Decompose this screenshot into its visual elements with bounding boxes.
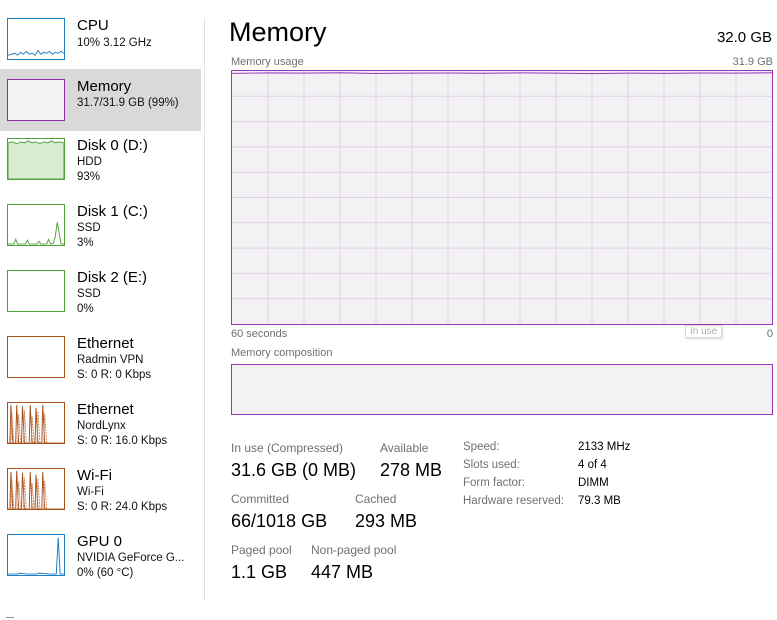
non-paged-pool-value: 447 MB bbox=[311, 562, 374, 582]
hardware-reserved-value: 79.3 MB bbox=[578, 495, 621, 507]
memory-usage-svg bbox=[232, 71, 772, 324]
sidebar-item-value: S: 0 R: 16.0 Kbps bbox=[77, 435, 168, 447]
sidebar-item-wifi[interactable]: Wi-Fi Wi-Fi S: 0 R: 24.0 Kbps bbox=[0, 460, 201, 522]
available-label: Available bbox=[380, 441, 429, 455]
sidebar-item-value: S: 0 R: 0 Kbps bbox=[77, 369, 152, 381]
gpu-thumbnail-graph bbox=[7, 534, 65, 576]
memory-composition-bar bbox=[231, 364, 773, 415]
slots-used-value: 4 of 4 bbox=[578, 459, 607, 471]
sidebar-item-memory[interactable]: Memory 31.7/31.9 GB (99%) bbox=[0, 69, 201, 131]
in-use-value: 31.6 GB (0 MB) bbox=[231, 460, 357, 480]
sidebar-item-gpu-0[interactable]: GPU 0 NVIDIA GeForce G... 0% (60 °C) bbox=[0, 526, 201, 588]
scroll-indicator bbox=[6, 617, 14, 618]
graph-max-label: 31.9 GB bbox=[732, 56, 773, 68]
sidebar-item-value: 0% bbox=[77, 303, 94, 315]
composition-label: Memory composition bbox=[231, 347, 333, 359]
sidebar-item-value: S: 0 R: 24.0 Kbps bbox=[77, 501, 168, 513]
slots-used-label: Slots used: bbox=[463, 459, 520, 471]
committed-value: 66/1018 GB bbox=[231, 511, 328, 531]
time-span-label: 60 seconds bbox=[231, 328, 288, 340]
sidebar-item-ethernet-radmin[interactable]: Ethernet Radmin VPN S: 0 R: 0 Kbps bbox=[0, 328, 201, 390]
speed-label: Speed: bbox=[463, 441, 500, 453]
memory-usage-graph bbox=[231, 70, 773, 325]
sidebar-item-title: Wi-Fi bbox=[77, 467, 112, 484]
cached-label: Cached bbox=[355, 492, 397, 506]
graph-min-label: 0 bbox=[766, 328, 773, 340]
sidebar-item-disk-0[interactable]: Disk 0 (D:) HDD 93% bbox=[0, 130, 201, 192]
sidebar-item-disk-1[interactable]: Disk 1 (C:) SSD 3% bbox=[0, 196, 201, 258]
sidebar-item-value: 0% (60 °C) bbox=[77, 567, 134, 579]
page-title: Memory bbox=[229, 17, 327, 47]
sidebar-item-title: Memory bbox=[77, 78, 132, 95]
paged-pool-value: 1.1 GB bbox=[231, 562, 288, 582]
speed-value: 2133 MHz bbox=[578, 441, 631, 453]
disk-2-thumbnail-graph bbox=[7, 270, 65, 312]
cpu-thumbnail-graph bbox=[7, 18, 65, 60]
sidebar-item-subtitle: Wi-Fi bbox=[77, 486, 104, 498]
sidebar-item-title: GPU 0 bbox=[77, 533, 123, 550]
sidebar-item-subtitle: SSD bbox=[77, 288, 101, 300]
cached-value: 293 MB bbox=[355, 511, 418, 531]
sidebar-item-value: 93% bbox=[77, 171, 101, 183]
resource-sidebar: CPU 10% 3.12 GHz Memory 31.7/31.9 GB (99… bbox=[0, 0, 204, 620]
disk-0-thumbnail-graph bbox=[7, 138, 65, 180]
sidebar-item-title: CPU bbox=[77, 17, 109, 34]
sidebar-item-ethernet-nordlynx[interactable]: Ethernet NordLynx S: 0 R: 16.0 Kbps bbox=[0, 394, 201, 456]
paged-pool-label: Paged pool bbox=[231, 543, 292, 557]
disk-1-thumbnail-graph bbox=[7, 204, 65, 246]
memory-thumbnail-graph bbox=[7, 79, 65, 121]
sidebar-item-title: Disk 1 (C:) bbox=[77, 203, 148, 220]
sidebar-item-disk-2[interactable]: Disk 2 (E:) SSD 0% bbox=[0, 262, 201, 324]
sidebar-item-title: Disk 0 (D:) bbox=[77, 137, 148, 154]
sidebar-item-subtitle: 10% 3.12 GHz bbox=[77, 37, 152, 49]
non-paged-pool-label: Non-paged pool bbox=[311, 543, 397, 557]
sidebar-item-title: Ethernet bbox=[77, 401, 134, 418]
sidebar-item-subtitle: 31.7/31.9 GB (99%) bbox=[77, 97, 179, 109]
in-use-tooltip: In use bbox=[685, 325, 723, 338]
ethernet-nordlynx-thumbnail-graph bbox=[7, 402, 65, 444]
ethernet-radmin-thumbnail-graph bbox=[7, 336, 65, 378]
sidebar-item-subtitle: HDD bbox=[77, 156, 102, 168]
memory-usage-line bbox=[232, 72, 772, 75]
hardware-reserved-label: Hardware reserved: bbox=[463, 495, 564, 507]
committed-label: Committed bbox=[231, 492, 290, 506]
graph-label: Memory usage bbox=[231, 56, 304, 68]
sidebar-item-subtitle: NordLynx bbox=[77, 420, 126, 432]
available-value: 278 MB bbox=[380, 460, 443, 480]
sidebar-item-subtitle: NVIDIA GeForce G... bbox=[77, 552, 185, 564]
memory-details-panel: Memory 32.0 GB Memory usage 31.9 GB 60 s… bbox=[205, 0, 777, 620]
in-use-label: In use (Compressed) bbox=[231, 441, 344, 455]
form-factor-value: DIMM bbox=[578, 477, 609, 489]
sidebar-item-value: 3% bbox=[77, 237, 94, 249]
form-factor-label: Form factor: bbox=[463, 477, 525, 489]
total-memory: 32.0 GB bbox=[716, 29, 772, 46]
sidebar-item-cpu[interactable]: CPU 10% 3.12 GHz bbox=[0, 8, 201, 70]
sidebar-item-subtitle: SSD bbox=[77, 222, 101, 234]
sidebar-item-title: Disk 2 (E:) bbox=[77, 269, 148, 286]
sidebar-item-subtitle: Radmin VPN bbox=[77, 354, 144, 366]
sidebar-item-title: Ethernet bbox=[77, 335, 134, 352]
wifi-thumbnail-graph bbox=[7, 468, 65, 510]
